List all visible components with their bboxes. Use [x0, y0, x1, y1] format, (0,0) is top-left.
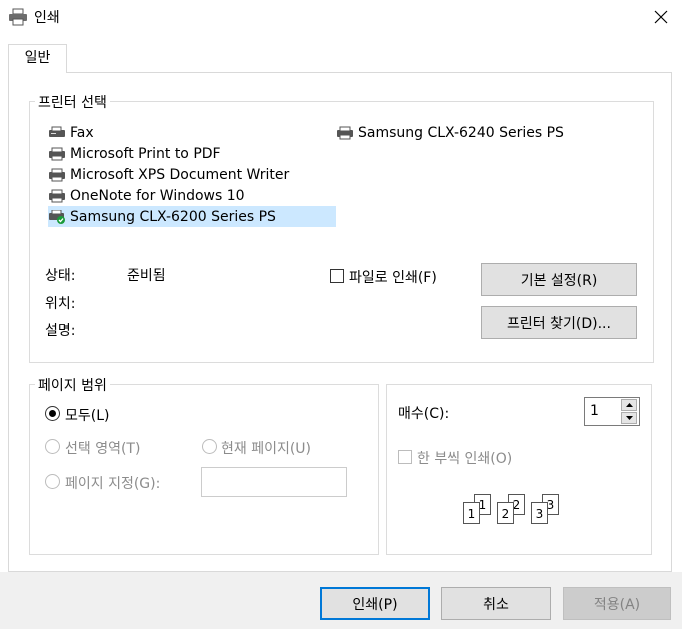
printer-item-samsung-6240[interactable]: Samsung CLX-6240 Series PS — [336, 122, 596, 143]
pages-label[interactable]: 페이지 지정(G): — [65, 473, 160, 493]
print-to-file-checkbox[interactable] — [330, 269, 344, 283]
printer-icon — [49, 189, 65, 202]
title-bar: 인쇄 — [0, 0, 682, 34]
printer-icon — [337, 126, 353, 139]
status-label: 상태: — [45, 268, 76, 284]
copies-up-button[interactable] — [621, 399, 637, 411]
chevron-down-icon — [625, 416, 633, 420]
collate-label[interactable]: 한 부씩 인쇄(O) — [417, 448, 512, 468]
collate-set-2: 2 2 — [496, 492, 528, 526]
collate-illustration: 1 1 2 2 3 3 — [462, 492, 566, 526]
comment-label: 설명: — [45, 323, 76, 339]
current-page-radio[interactable] — [202, 439, 217, 454]
print-button[interactable]: 인쇄(P) — [320, 587, 430, 620]
print-to-file-label[interactable]: 파일로 인쇄(F) — [349, 267, 437, 287]
printer-icon — [49, 147, 65, 160]
all-pages-label[interactable]: 모두(L) — [65, 405, 109, 425]
radio-dot — [49, 410, 56, 417]
selection-radio[interactable] — [45, 439, 60, 454]
collate-page: 1 — [463, 502, 480, 524]
printer-item-xps[interactable]: Microsoft XPS Document Writer — [48, 164, 336, 185]
close-icon — [654, 10, 668, 24]
fax-icon — [49, 126, 65, 137]
chevron-up-icon — [625, 403, 633, 407]
apply-button[interactable]: 적용(A) — [563, 587, 671, 620]
default-printer-icon — [49, 209, 65, 224]
collate-set-3: 3 3 — [530, 492, 562, 526]
printer-item-fax[interactable]: Fax — [48, 122, 336, 143]
status-value: 준비됨 — [127, 268, 166, 284]
printer-item-pdf[interactable]: Microsoft Print to PDF — [48, 143, 336, 164]
printer-item-samsung-6200[interactable]: Samsung CLX-6200 Series PS — [48, 206, 336, 227]
copies-value: 1 — [590, 403, 599, 419]
collate-checkbox[interactable] — [398, 450, 412, 464]
collate-set-1: 1 1 — [462, 492, 494, 526]
location-label: 위치: — [45, 296, 76, 312]
selection-label[interactable]: 선택 영역(T) — [65, 438, 140, 458]
window-title: 인쇄 — [34, 10, 60, 26]
printer-icon — [9, 8, 27, 26]
copies-input[interactable]: 1 — [584, 397, 640, 426]
collate-page: 2 — [497, 502, 514, 524]
find-printer-button[interactable]: 프린터 찾기(D)... — [481, 306, 637, 339]
current-page-label[interactable]: 현재 페이지(U) — [221, 438, 311, 458]
preferences-button[interactable]: 기본 설정(R) — [481, 263, 637, 296]
copies-down-button[interactable] — [621, 412, 637, 424]
collate-page: 3 — [531, 502, 548, 524]
tab-general[interactable]: 일반 — [8, 44, 67, 73]
printer-icon — [49, 168, 65, 181]
cancel-button[interactable]: 취소 — [441, 587, 551, 620]
pages-input[interactable] — [201, 467, 347, 497]
printer-item-onenote[interactable]: OneNote for Windows 10 — [48, 185, 336, 206]
close-button[interactable] — [646, 3, 676, 31]
pages-radio[interactable] — [45, 474, 60, 489]
printer-select-label: 프린터 선택 — [35, 92, 110, 112]
page-range-label: 페이지 범위 — [35, 375, 110, 395]
all-pages-radio[interactable] — [45, 406, 60, 421]
copies-label: 매수(C): — [398, 406, 450, 422]
